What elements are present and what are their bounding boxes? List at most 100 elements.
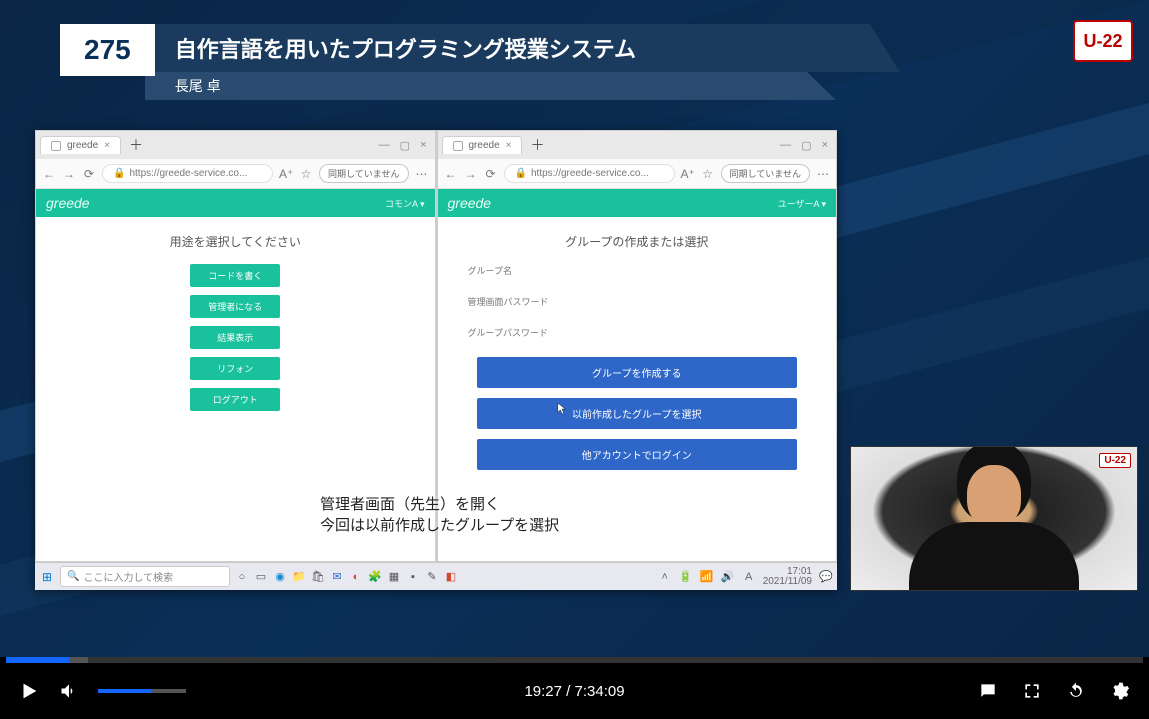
maximize-icon[interactable]: ▢ <box>801 139 811 152</box>
slide-caption: 管理者画面（先生）を開く 今回は以前作成したグループを選択 <box>320 494 559 536</box>
play-button[interactable] <box>18 680 40 702</box>
app-user-menu[interactable]: ユーザーA ▾ <box>778 197 826 210</box>
new-tab-button[interactable]: ＋ <box>526 135 548 155</box>
system-tray: ˄ 🔋 📶 🔊 A 17:01 2021/11/09 💬 <box>658 567 833 587</box>
store-icon[interactable]: 🛍 <box>311 570 325 584</box>
read-aloud-icon[interactable]: A⁺ <box>279 167 293 181</box>
wifi-icon[interactable]: 📶 <box>700 570 714 584</box>
app-icon[interactable]: 🧩 <box>368 570 382 584</box>
blue-button-other-account[interactable]: 他アカウントでログイン <box>477 439 797 470</box>
cortana-icon[interactable]: ○ <box>235 570 249 584</box>
forward-icon[interactable]: → <box>62 167 76 181</box>
chevron-up-icon[interactable]: ˄ <box>658 570 672 584</box>
reload-icon[interactable] <box>1065 680 1087 702</box>
minimize-icon[interactable]: — <box>379 139 390 152</box>
url-field[interactable]: 🔒 https://greede-service.co... <box>102 164 273 183</box>
app-name: greede <box>46 195 90 211</box>
close-tab-icon[interactable]: × <box>506 140 512 151</box>
favicon-icon <box>453 141 463 151</box>
app-name: greede <box>448 195 492 211</box>
close-tab-icon[interactable]: × <box>104 140 110 151</box>
back-icon[interactable]: ← <box>444 167 458 181</box>
url-field[interactable]: 🔒 https://greede-service.co... <box>504 164 675 183</box>
green-button[interactable]: リフォン <box>190 357 280 380</box>
windows-taskbar: ⊞ 🔍 ここに入力して検索 ○ ▭ ◉ 📁 🛍 ✉ ◐ 🧩 ▦ ▪ ✎ ◧ ˄ … <box>35 562 837 590</box>
webcam-logo: U-22 <box>1099 453 1131 468</box>
tab-label: greede <box>469 140 500 151</box>
forward-icon[interactable]: → <box>464 167 478 181</box>
app-user-menu[interactable]: コモンA ▾ <box>385 197 425 210</box>
address-bar: ← → ⟳ 🔒 https://greede-service.co... A⁺ … <box>36 159 435 189</box>
page-title: 用途を選択してください <box>56 233 415 250</box>
battery-icon[interactable]: 🔋 <box>679 570 693 584</box>
lock-icon: 🔒 <box>515 168 527 179</box>
maximize-icon[interactable]: ▢ <box>400 139 410 152</box>
video-controls: 19:27 / 7:34:09 <box>0 657 1149 719</box>
volume-icon[interactable] <box>58 680 80 702</box>
clock[interactable]: 17:01 2021/11/09 <box>763 567 812 587</box>
address-bar: ← → ⟳ 🔒 https://greede-service.co... A⁺ … <box>438 159 837 189</box>
sync-chip[interactable]: 同期していません <box>319 164 408 183</box>
presentation-stage: 275 自作言語を用いたプログラミング授業システム 長尾 卓 U-22 gree… <box>0 0 1149 719</box>
volume-slider[interactable] <box>98 689 186 693</box>
explorer-icon[interactable]: 📁 <box>292 570 306 584</box>
app-icon[interactable]: ▦ <box>387 570 401 584</box>
close-window-icon[interactable]: × <box>420 139 426 152</box>
blue-button-select-existing[interactable]: 以前作成したグループを選択 <box>477 398 797 429</box>
tab-strip: greede × ＋ — ▢ × <box>438 131 837 159</box>
presenter-webcam: U-22 <box>850 446 1138 591</box>
more-icon[interactable]: ⋯ <box>816 167 830 181</box>
app-header: greede ユーザーA ▾ <box>438 189 837 217</box>
cursor-icon <box>557 402 567 416</box>
edge-icon[interactable]: ◉ <box>273 570 287 584</box>
title-banner: 275 自作言語を用いたプログラミング授業システム 長尾 卓 <box>0 24 900 88</box>
browser-tab[interactable]: greede × <box>442 136 523 154</box>
form-label: 管理画面パスワード <box>468 295 807 308</box>
back-icon[interactable]: ← <box>42 167 56 181</box>
time-display: 19:27 / 7:34:09 <box>524 683 624 700</box>
form-label: グループパスワード <box>468 326 807 339</box>
start-button[interactable]: ⊞ <box>39 569 55 585</box>
page-title: グループの作成または選択 <box>458 233 817 250</box>
reload-icon[interactable]: ⟳ <box>82 167 96 181</box>
reload-icon[interactable]: ⟳ <box>484 167 498 181</box>
task-view-icon[interactable]: ▭ <box>254 570 268 584</box>
green-button[interactable]: 管理者になる <box>190 295 280 318</box>
ime-icon[interactable]: A <box>742 570 756 584</box>
close-window-icon[interactable]: × <box>822 139 828 152</box>
app-icon[interactable]: ◐ <box>349 570 363 584</box>
app-icon[interactable]: ✎ <box>425 570 439 584</box>
taskbar-search[interactable]: 🔍 ここに入力して検索 <box>60 566 230 587</box>
favorite-icon[interactable]: ☆ <box>701 167 715 181</box>
powerpoint-icon[interactable]: ◧ <box>444 570 458 584</box>
entry-author: 長尾 卓 <box>145 72 865 100</box>
green-button[interactable]: ログアウト <box>190 388 280 411</box>
settings-icon[interactable] <box>1109 680 1131 702</box>
blue-button-create[interactable]: グループを作成する <box>477 357 797 388</box>
chat-icon[interactable] <box>977 680 999 702</box>
progress-bar[interactable] <box>6 657 1143 663</box>
notifications-icon[interactable]: 💬 <box>819 570 833 584</box>
more-icon[interactable]: ⋯ <box>415 167 429 181</box>
tab-label: greede <box>67 140 98 151</box>
new-tab-button[interactable]: ＋ <box>125 135 147 155</box>
green-button[interactable]: コードを書く <box>190 264 280 287</box>
read-aloud-icon[interactable]: A⁺ <box>681 167 695 181</box>
minimize-icon[interactable]: — <box>780 139 791 152</box>
volume-tray-icon[interactable]: 🔊 <box>721 570 735 584</box>
green-button[interactable]: 結果表示 <box>190 326 280 349</box>
lock-icon: 🔒 <box>113 168 125 179</box>
event-logo: U-22 <box>1073 20 1133 62</box>
search-icon: 🔍 <box>67 571 79 582</box>
favorite-icon[interactable]: ☆ <box>299 167 313 181</box>
entry-title: 自作言語を用いたプログラミング授業システム <box>145 24 900 72</box>
entry-number: 275 <box>60 24 155 76</box>
mail-icon[interactable]: ✉ <box>330 570 344 584</box>
fullscreen-icon[interactable] <box>1021 680 1043 702</box>
tab-strip: greede × ＋ — ▢ × <box>36 131 435 159</box>
terminal-icon[interactable]: ▪ <box>406 570 420 584</box>
browser-tab[interactable]: greede × <box>40 136 121 154</box>
form-label: グループ名 <box>468 264 807 277</box>
sync-chip[interactable]: 同期していません <box>721 164 810 183</box>
favicon-icon <box>51 141 61 151</box>
